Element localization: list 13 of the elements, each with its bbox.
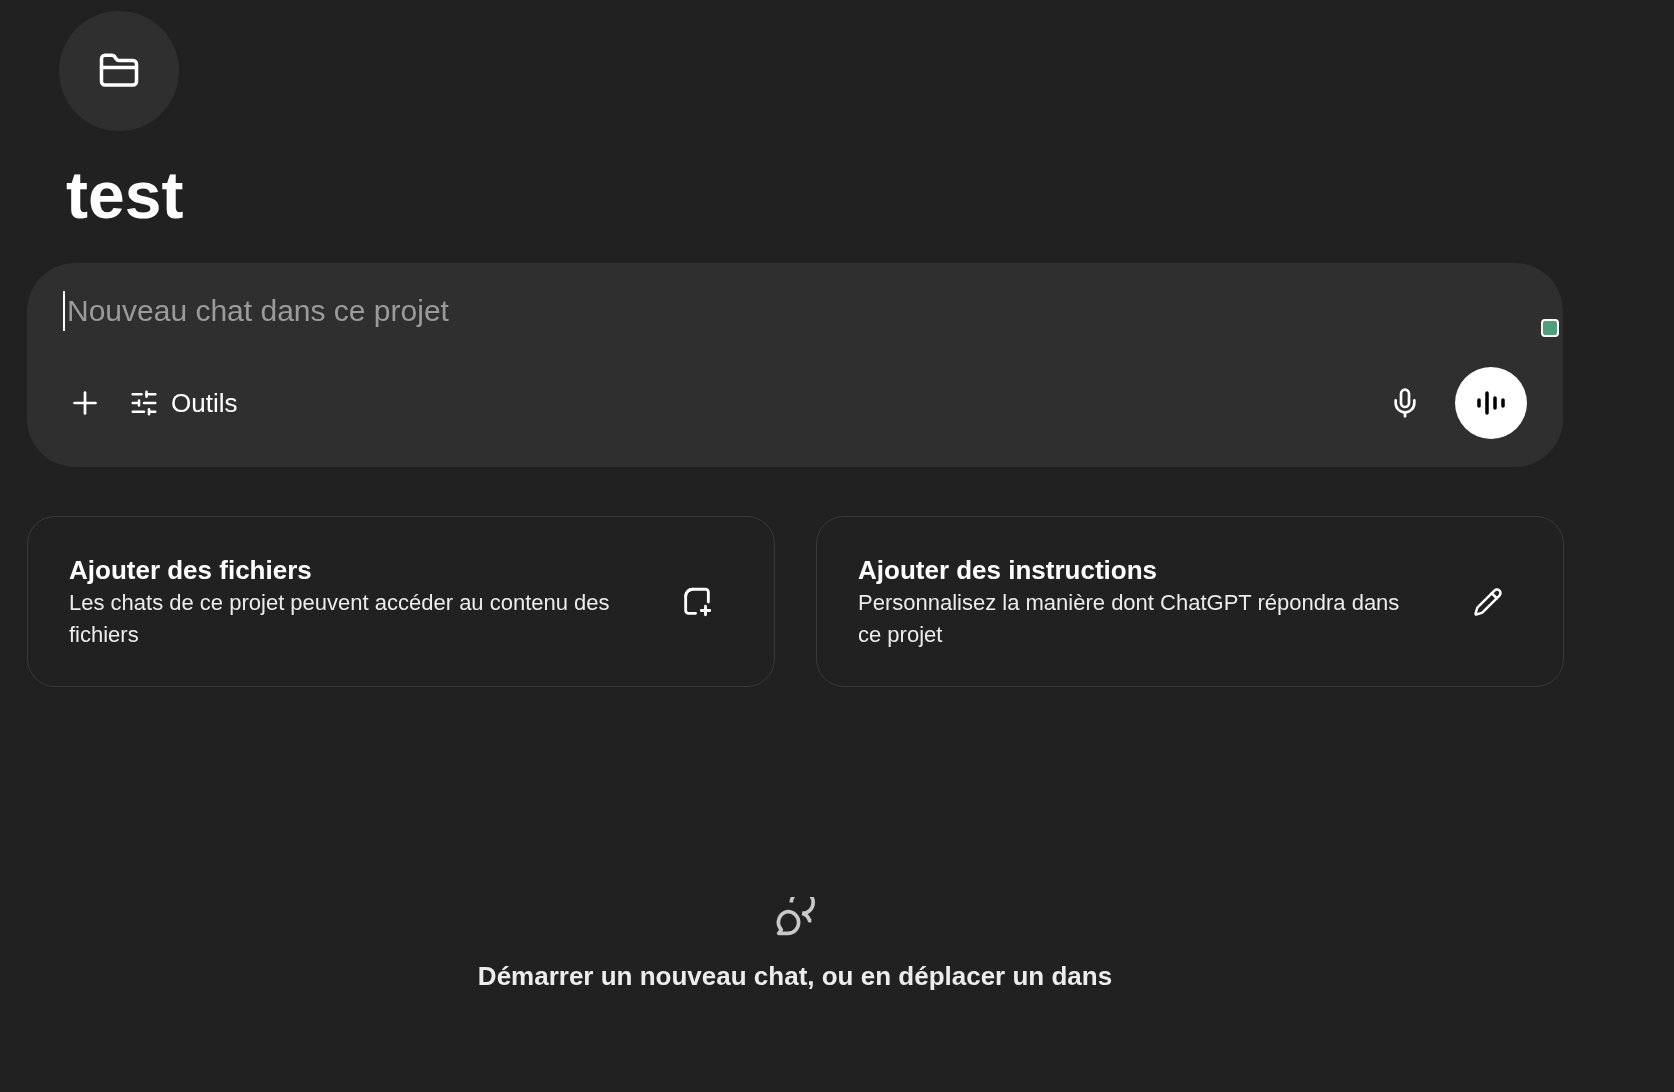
message-input[interactable]: Nouveau chat dans ce projet bbox=[63, 291, 1443, 331]
project-title: test bbox=[66, 157, 184, 233]
sliders-icon bbox=[129, 388, 159, 418]
project-action-card[interactable]: Ajouter des fichiers Les chats de ce projet peuvent accéder au contenu des fichiers bbox=[27, 516, 775, 687]
project-action-card[interactable]: Ajouter des instructions Personnalisez la manière dont ChatGPT répondra dans ce projet bbox=[816, 516, 1564, 687]
card-description: Personnalisez la manière dont ChatGPT répondra dans ce projet bbox=[858, 588, 1401, 649]
card-title: Ajouter des instructions bbox=[858, 553, 1158, 587]
extension-icon[interactable] bbox=[1541, 319, 1559, 337]
card-title: Ajouter des fichiers bbox=[69, 553, 312, 587]
empty-state-message: Démarrer un nouveau chat, ou en déplacer un dans bbox=[477, 960, 1113, 993]
tools-button[interactable]: Outils bbox=[129, 381, 238, 425]
pencil-icon bbox=[1473, 586, 1503, 617]
card-description: Les chats de ce projet peuvent accéder au contenu des fichiers bbox=[69, 588, 611, 649]
